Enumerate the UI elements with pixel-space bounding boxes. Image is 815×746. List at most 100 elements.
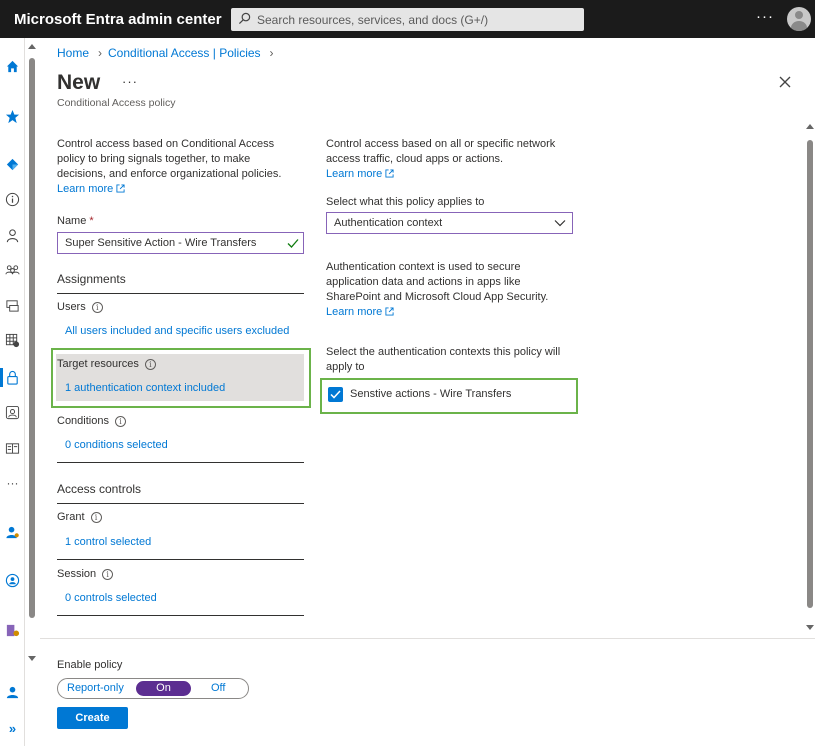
grant-value-link[interactable]: 1 control selected bbox=[65, 535, 151, 550]
breadcrumb-chevron-icon: › bbox=[269, 46, 274, 60]
protection-lock-icon[interactable] bbox=[4, 369, 21, 386]
context-checkbox[interactable] bbox=[328, 387, 343, 402]
users-value-link[interactable]: All users included and specific users ex… bbox=[65, 324, 289, 339]
policy-name-value: Super Sensitive Action - Wire Transfers bbox=[65, 237, 257, 249]
checkmark-icon bbox=[330, 390, 341, 399]
learn-more-label: Learn more bbox=[57, 183, 114, 195]
groups-icon[interactable] bbox=[4, 262, 21, 279]
info-icon[interactable]: i bbox=[114, 416, 126, 427]
scroll-up-arrow-icon[interactable] bbox=[806, 124, 814, 129]
external-link-icon bbox=[385, 307, 394, 316]
scroll-up-arrow-icon[interactable] bbox=[28, 44, 36, 49]
create-button[interactable]: Create bbox=[57, 707, 128, 729]
info-nav-icon[interactable] bbox=[4, 191, 21, 208]
nav-scroll-thumb[interactable] bbox=[29, 58, 35, 618]
grant-label: Grant i bbox=[57, 510, 102, 525]
admin-units-icon[interactable] bbox=[4, 622, 21, 639]
avatar[interactable] bbox=[787, 7, 811, 31]
verified-id-icon[interactable] bbox=[4, 440, 21, 457]
toggle-on[interactable]: On bbox=[136, 681, 191, 696]
context-option-label[interactable]: Senstive actions - Wire Transfers bbox=[350, 387, 511, 402]
applies-to-value: Authentication context bbox=[334, 217, 443, 229]
section-divider bbox=[57, 293, 304, 294]
devices-icon[interactable] bbox=[4, 297, 21, 314]
home-icon[interactable] bbox=[4, 58, 21, 75]
info-icon[interactable]: i bbox=[90, 512, 102, 523]
search-placeholder: Search resources, services, and docs (G+… bbox=[257, 13, 489, 27]
page-subtitle: Conditional Access policy bbox=[57, 97, 176, 109]
user-settings-icon[interactable] bbox=[4, 524, 21, 541]
external-link-icon bbox=[385, 169, 394, 178]
right-intro-line: access traffic, cloud apps or actions. bbox=[326, 153, 504, 165]
top-bar: Microsoft Entra admin center Search reso… bbox=[0, 0, 815, 38]
scroll-down-arrow-icon[interactable] bbox=[806, 625, 814, 630]
close-icon[interactable] bbox=[778, 75, 792, 89]
favorites-star-icon[interactable] bbox=[4, 108, 21, 125]
more-nav-icon[interactable]: ··· bbox=[4, 474, 21, 491]
nav-scrollbar[interactable] bbox=[28, 44, 36, 664]
learn-more-link[interactable]: Learn more bbox=[326, 305, 394, 320]
learn-more-link[interactable]: Learn more bbox=[326, 167, 394, 182]
right-intro-line: Control access based on all or specific … bbox=[326, 138, 556, 150]
select-contexts-label: apply to bbox=[326, 361, 365, 373]
search-icon bbox=[238, 12, 251, 25]
nav-active-indicator bbox=[0, 368, 3, 387]
applies-to-label: Select what this policy applies to bbox=[326, 196, 485, 208]
footer-divider bbox=[40, 638, 815, 639]
content-scroll-thumb[interactable] bbox=[807, 140, 813, 608]
session-label-text: Session bbox=[57, 568, 97, 580]
scroll-down-arrow-icon[interactable] bbox=[28, 656, 36, 661]
conditions-label-text: Conditions bbox=[57, 415, 109, 427]
section-divider bbox=[57, 615, 304, 616]
access-controls-heading: Access controls bbox=[57, 482, 142, 496]
learn-more-label: Learn more bbox=[326, 306, 383, 318]
section-divider bbox=[57, 559, 304, 560]
applications-grid-icon[interactable] bbox=[4, 332, 21, 349]
breadcrumb-chevron-icon: › bbox=[98, 46, 103, 60]
content-scrollbar[interactable] bbox=[805, 124, 815, 634]
left-intro-line: Control access based on Conditional Acce… bbox=[57, 138, 275, 150]
identity-circle-icon[interactable] bbox=[4, 572, 21, 589]
name-label: Name * bbox=[57, 214, 94, 229]
profile-icon[interactable] bbox=[4, 684, 21, 701]
info-icon[interactable]: i bbox=[91, 302, 103, 313]
enable-policy-toggle[interactable]: Report-only On Off bbox=[57, 678, 249, 699]
breadcrumb-policies[interactable]: Conditional Access | Policies bbox=[108, 46, 261, 60]
target-resources-label: Target resources i bbox=[57, 357, 156, 372]
session-label: Session i bbox=[57, 567, 114, 582]
left-intro-line: policy to bring signals together, to mak… bbox=[57, 153, 251, 165]
page-title: New bbox=[57, 71, 101, 94]
section-divider bbox=[57, 462, 304, 463]
search-box[interactable]: Search resources, services, and docs (G+… bbox=[231, 8, 584, 31]
select-contexts-label: Select the authentication contexts this … bbox=[326, 346, 561, 358]
auth-context-desc-line: application data and actions in apps lik… bbox=[326, 276, 521, 288]
info-icon[interactable]: i bbox=[102, 569, 114, 580]
learn-more-label: Learn more bbox=[326, 168, 383, 180]
target-resources-label-text: Target resources bbox=[57, 358, 139, 370]
learn-more-link[interactable]: Learn more bbox=[57, 182, 125, 197]
applies-to-dropdown[interactable]: Authentication context bbox=[326, 212, 573, 234]
conditions-label: Conditions i bbox=[57, 414, 126, 429]
auth-context-desc-line: Authentication context is used to secure bbox=[326, 261, 521, 273]
left-nav-rail: ··· » bbox=[0, 38, 25, 746]
expand-chevron-icon[interactable]: » bbox=[4, 720, 21, 737]
toggle-report-only[interactable]: Report-only bbox=[67, 682, 124, 694]
users-label: Users i bbox=[57, 300, 103, 315]
user-icon[interactable] bbox=[4, 227, 21, 244]
valid-check-icon bbox=[287, 239, 299, 248]
users-label-text: Users bbox=[57, 301, 86, 313]
info-icon[interactable]: i bbox=[144, 359, 156, 370]
more-options-icon[interactable]: ··· bbox=[756, 8, 774, 25]
identity-governance-icon[interactable] bbox=[4, 404, 21, 421]
policy-name-input[interactable]: Super Sensitive Action - Wire Transfers bbox=[57, 232, 304, 254]
section-divider bbox=[57, 503, 304, 504]
breadcrumb-home[interactable]: Home bbox=[57, 46, 89, 60]
target-resources-value-link[interactable]: 1 authentication context included bbox=[65, 381, 225, 396]
grant-label-text: Grant bbox=[57, 511, 85, 523]
app-title[interactable]: Microsoft Entra admin center bbox=[14, 11, 222, 28]
session-value-link[interactable]: 0 controls selected bbox=[65, 591, 157, 606]
toggle-off[interactable]: Off bbox=[211, 682, 225, 694]
title-more-icon[interactable]: ··· bbox=[122, 74, 138, 89]
entra-diamond-icon[interactable] bbox=[4, 156, 21, 173]
conditions-value-link[interactable]: 0 conditions selected bbox=[65, 438, 168, 453]
